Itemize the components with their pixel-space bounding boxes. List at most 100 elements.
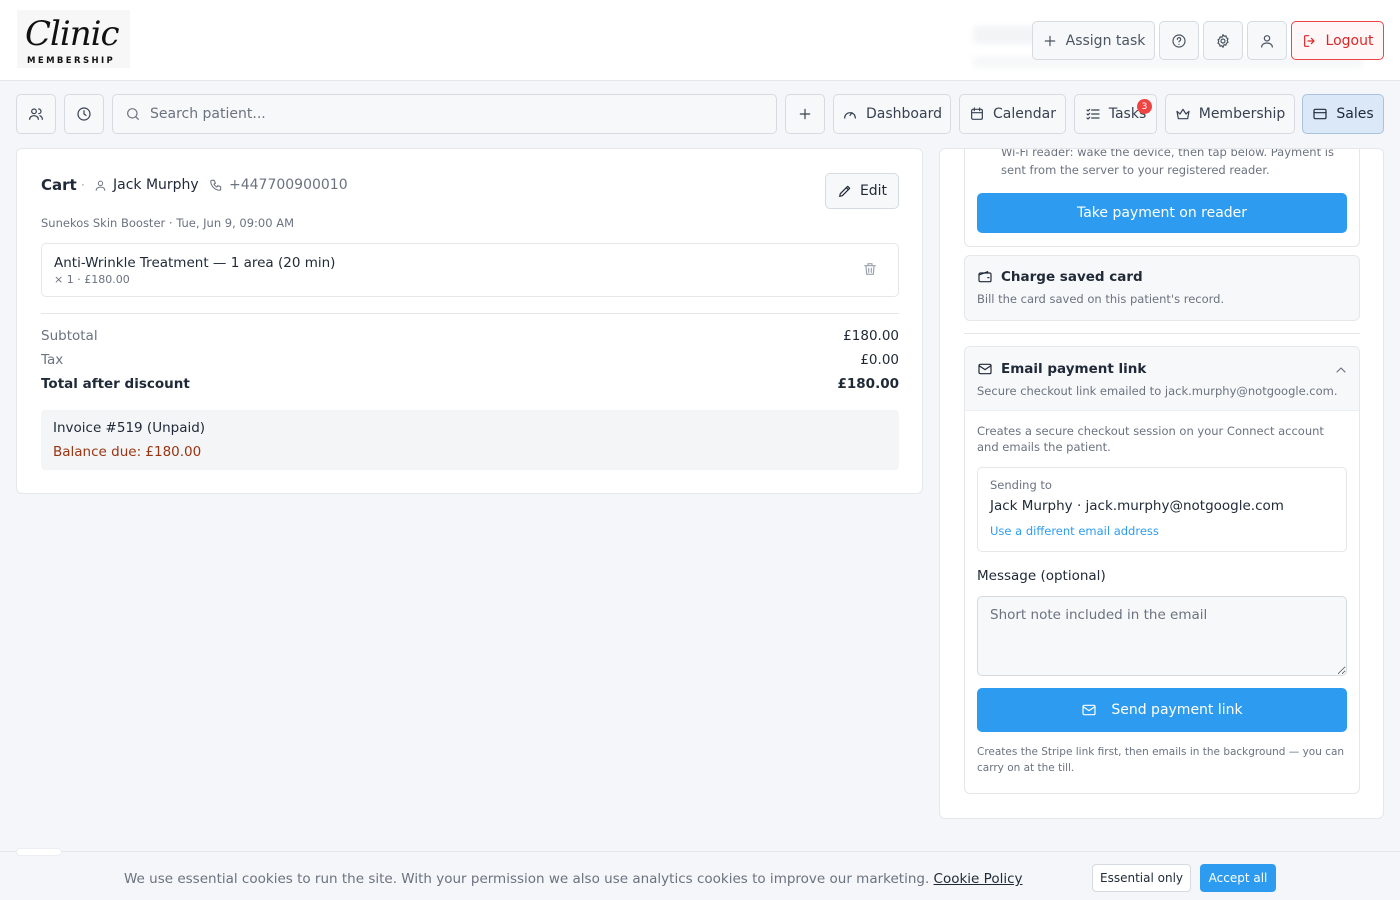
email-payment-link-card: Email payment link Secure checkout link …	[964, 346, 1360, 794]
users-icon	[28, 106, 44, 122]
tax-label: Tax	[41, 352, 64, 368]
history-button[interactable]	[64, 94, 104, 134]
user-icon	[94, 179, 107, 192]
add-button[interactable]	[785, 94, 825, 134]
email-link-label: Email payment link	[1001, 361, 1147, 377]
sending-to-box: Sending to Jack Murphy · jack.murphy@not…	[977, 467, 1347, 552]
balance-due: Balance due: £180.00	[53, 444, 202, 460]
line-item-qty-price: × 1 · £180.00	[54, 273, 130, 286]
accept-all-button[interactable]: Accept all	[1200, 864, 1276, 892]
cookie-banner: We use essential cookies to run the site…	[0, 848, 1400, 900]
title-separator: ·	[81, 178, 85, 192]
logout-button[interactable]: Logout	[1291, 21, 1384, 60]
patient-search[interactable]	[112, 94, 777, 134]
wallet-icon	[977, 269, 993, 285]
nav-membership-label: Membership	[1198, 106, 1286, 122]
chevron-up-icon	[1333, 362, 1349, 378]
send-payment-link-button[interactable]: Send payment link	[977, 688, 1347, 732]
cookie-message-text: We use essential cookies to run the site…	[124, 871, 930, 887]
line-item-name: Anti-Wrinkle Treatment — 1 area (20 min)	[54, 255, 336, 271]
settings-button[interactable]	[1203, 21, 1243, 60]
gear-icon	[1215, 33, 1231, 49]
cart-patient[interactable]: Jack Murphy	[94, 177, 199, 193]
credit-card-icon	[1312, 106, 1328, 122]
total-label: Total after discount	[41, 376, 190, 392]
tasks-count-badge: 3	[1137, 99, 1152, 114]
email-link-header[interactable]: Email payment link Secure checkout link …	[965, 347, 1359, 411]
cookie-policy-link[interactable]: Cookie Policy	[934, 871, 1023, 887]
nav-calendar[interactable]: Calendar	[959, 94, 1066, 134]
remove-item-button[interactable]	[862, 261, 878, 277]
crown-icon	[1175, 106, 1191, 122]
reader-instructions: Wi-Fi reader: wake the device, then tap …	[1001, 148, 1334, 177]
nav-membership[interactable]: Membership	[1165, 94, 1295, 134]
user-icon	[1259, 33, 1275, 49]
payment-divider	[964, 333, 1360, 334]
clock-icon	[76, 106, 92, 122]
help-circle-icon	[1171, 33, 1187, 49]
gauge-icon	[842, 106, 858, 122]
saved-card-title: Charge saved card	[977, 269, 1143, 285]
collapse-button[interactable]	[1333, 362, 1349, 378]
patients-button[interactable]	[16, 94, 56, 134]
nav-sales[interactable]: Sales	[1302, 94, 1384, 134]
logo-script-text: Clinic	[25, 14, 120, 54]
different-email-link[interactable]: Use a different email address	[990, 524, 1159, 538]
email-link-subtitle: Secure checkout link emailed to jack.mur…	[977, 384, 1338, 398]
trash-icon	[862, 261, 878, 277]
charge-saved-card-option[interactable]	[964, 255, 1360, 321]
calendar-icon	[969, 106, 985, 122]
mail-icon	[977, 361, 993, 377]
search-icon	[125, 106, 141, 122]
clinic-logo[interactable]: Clinic MEMBERSHIP	[17, 10, 130, 68]
edit-cart-button[interactable]: Edit	[825, 173, 899, 209]
logout-label: Logout	[1325, 32, 1374, 49]
cart-phone[interactable]: +447700900010	[209, 177, 348, 193]
saved-card-desc: Bill the card saved on this patient's re…	[977, 292, 1225, 306]
nav-dashboard-label: Dashboard	[866, 106, 942, 122]
take-payment-button[interactable]: Take payment on reader	[977, 193, 1347, 233]
app-header: Clinic MEMBERSHIP Assign task Logout	[0, 0, 1400, 81]
email-link-description: Creates a secure checkout session on you…	[977, 424, 1324, 454]
subtotal-label: Subtotal	[41, 328, 98, 344]
send-payment-link-label: Send payment link	[1111, 702, 1243, 718]
help-button[interactable]	[1159, 21, 1199, 60]
patient-name: Jack Murphy	[113, 177, 199, 193]
subtotal-row: Subtotal £180.00	[41, 328, 899, 344]
appointment-info: Sunekos Skin Booster · Tue, Jun 9, 09:00…	[41, 216, 295, 230]
logo-subtitle: MEMBERSHIP	[27, 56, 116, 66]
invoice-title: Invoice #519 (Unpaid)	[53, 420, 206, 436]
sending-to-label: Sending to	[990, 478, 1052, 492]
assign-task-button[interactable]: Assign task	[1032, 21, 1155, 60]
subtotal-value: £180.00	[843, 328, 899, 344]
message-textarea[interactable]	[977, 596, 1347, 676]
edit-label: Edit	[859, 183, 888, 199]
cart-title: Cart	[41, 176, 77, 194]
totals-divider	[41, 313, 899, 314]
tax-row: Tax £0.00	[41, 352, 899, 368]
essential-only-button[interactable]: Essential only	[1092, 864, 1191, 892]
sending-to-recipient: Jack Murphy · jack.murphy@notgoogle.com	[990, 498, 1284, 514]
footer-tab-ghost	[16, 848, 62, 856]
total-row: Total after discount £180.00	[41, 376, 899, 392]
mail-icon	[1081, 702, 1097, 718]
invoice-summary: Invoice #519 (Unpaid) Balance due: £180.…	[41, 410, 899, 470]
checklist-icon	[1085, 106, 1101, 122]
logout-icon	[1302, 33, 1318, 49]
phone-number: +447700900010	[229, 177, 348, 193]
email-link-title: Email payment link	[977, 361, 1146, 377]
plus-icon	[797, 106, 813, 122]
nav-calendar-label: Calendar	[993, 106, 1056, 122]
send-link-note: Creates the Stripe link first, then emai…	[977, 746, 1345, 774]
phone-icon	[209, 178, 223, 192]
nav-sales-label: Sales	[1336, 106, 1374, 122]
cookie-message: We use essential cookies to run the site…	[124, 871, 1023, 887]
search-input[interactable]	[150, 106, 750, 122]
cart-line-item: Anti-Wrinkle Treatment — 1 area (20 min)…	[41, 243, 899, 297]
payment-panel: Wi-Fi reader: wake the device, then tap …	[939, 148, 1384, 819]
user-profile-button[interactable]	[1247, 21, 1287, 60]
nav-dashboard[interactable]: Dashboard	[833, 94, 951, 134]
tax-value: £0.00	[860, 352, 899, 368]
cart-card: Cart · Jack Murphy +447700900010 Edit Su…	[16, 148, 923, 494]
pencil-icon	[837, 183, 853, 199]
